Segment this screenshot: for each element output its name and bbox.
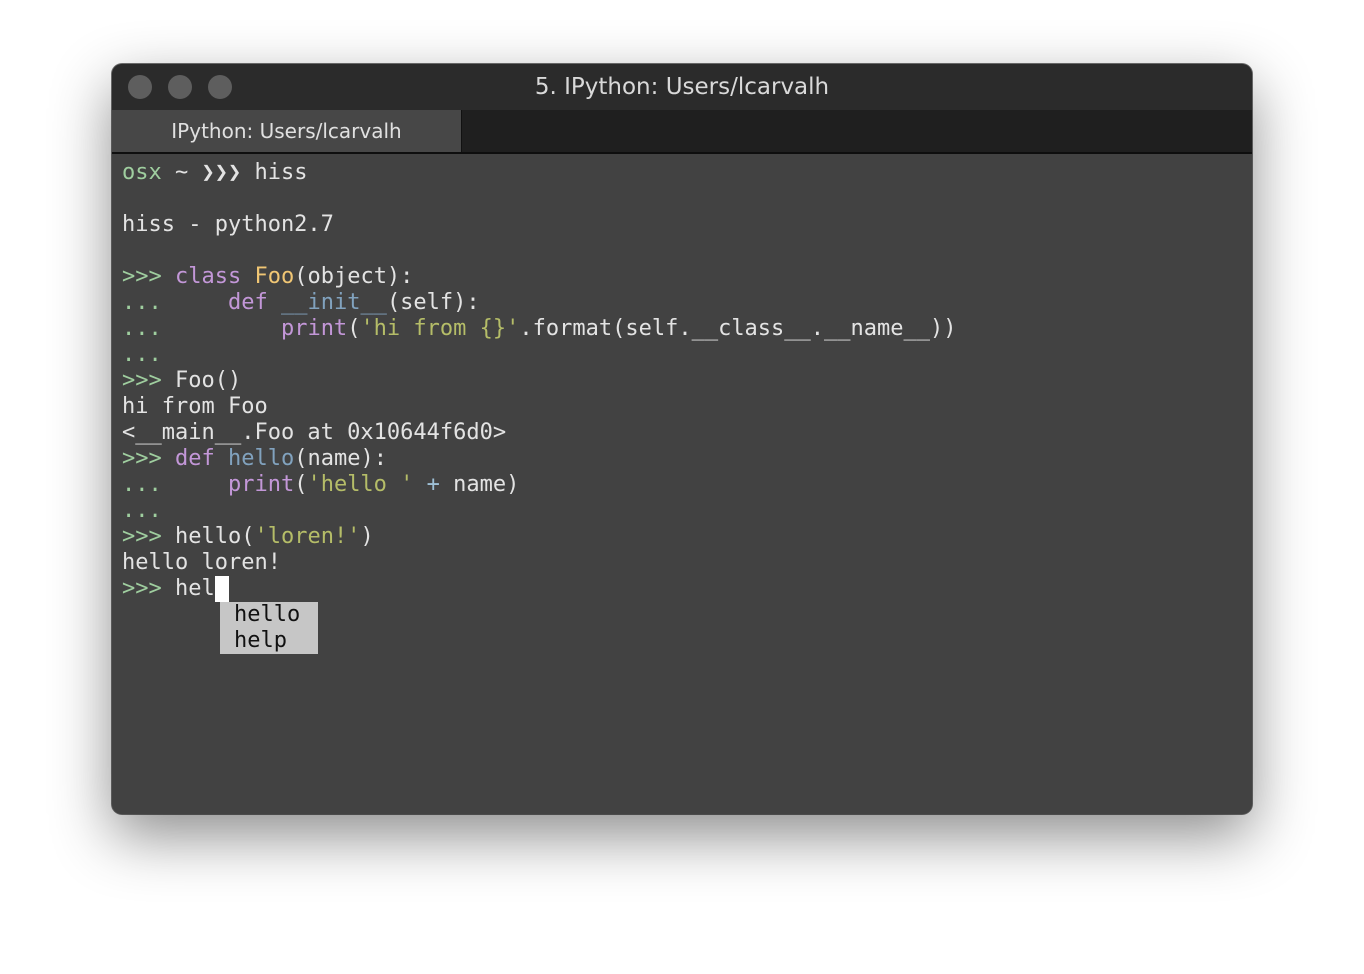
close-button[interactable]	[128, 75, 152, 99]
code-line: ... print('hello ' + name)	[122, 472, 519, 498]
completion-menu[interactable]: hello help	[220, 602, 318, 654]
function-name: __init__	[280, 290, 387, 315]
string-literal: 'loren!'	[254, 524, 361, 549]
repl-prompt: >>>	[122, 446, 175, 471]
code-line: >>> hello('loren!')	[122, 524, 374, 550]
class-name: Foo	[254, 264, 295, 289]
code-text: (	[294, 472, 308, 497]
code-text: .format(self.__class__.__name__))	[519, 316, 957, 341]
continuation-prompt: ...	[122, 342, 162, 367]
code-text: (name):	[294, 446, 387, 471]
continuation-prompt: ...	[122, 290, 228, 315]
title-bar[interactable]: 5. IPython: Users/lcarvalh	[112, 64, 1252, 110]
code-line: >>> def hello(name):	[122, 446, 387, 472]
output-line: hello loren!	[122, 550, 281, 575]
string-literal: 'hello '	[307, 472, 414, 497]
current-input[interactable]: hel	[175, 576, 215, 601]
code-line: ... print('hi from {}'.format(self.__cla…	[122, 316, 956, 342]
window-title: 5. IPython: Users/lcarvalh	[534, 74, 830, 100]
completion-item-help[interactable]: help	[234, 628, 287, 654]
repl-prompt: >>>	[122, 576, 175, 601]
code-line: >>> Foo()	[122, 368, 241, 394]
code-text: Foo()	[174, 368, 242, 393]
continuation-prompt: ...	[122, 472, 228, 497]
prompt-host: osx	[122, 160, 162, 185]
prompt-dir: ~	[175, 160, 189, 185]
builtin: print	[280, 316, 348, 341]
code-text: (self):	[386, 290, 480, 315]
repl-prompt: >>>	[122, 264, 175, 289]
code-text: name)	[439, 472, 520, 497]
builtin: print	[227, 472, 295, 497]
code-line: ...	[122, 498, 162, 524]
string-literal: 'hi from {}'	[360, 316, 520, 341]
zoom-button[interactable]	[208, 75, 232, 99]
continuation-prompt: ...	[122, 316, 281, 341]
code-text: )	[360, 524, 374, 549]
code-line: ...	[122, 342, 162, 368]
text-cursor	[214, 576, 229, 602]
tab-bar: IPython: Users/lcarvalh	[112, 110, 1252, 154]
keyword: class	[174, 264, 242, 289]
code-text: (	[347, 316, 361, 341]
tab-ipython[interactable]: IPython: Users/lcarvalh	[112, 110, 462, 152]
repl-prompt: >>>	[122, 368, 175, 393]
repl-prompt: >>>	[122, 524, 175, 549]
input-line[interactable]: >>> hel	[122, 576, 229, 602]
keyword: def	[227, 290, 268, 315]
code-text: hello(	[174, 524, 255, 549]
code-line: ... def __init__(self):	[122, 290, 480, 316]
shell-command: hiss	[254, 160, 308, 185]
shell-prompt-line: osx ~ ❯❯❯ hiss	[122, 160, 307, 186]
operator: +	[426, 472, 440, 497]
output-line: hi from Foo	[122, 394, 268, 419]
code-text: (object):	[294, 264, 414, 289]
continuation-prompt: ...	[122, 498, 162, 523]
banner-line: hiss - python2.7	[122, 212, 334, 237]
terminal-output[interactable]: osx ~ ❯❯❯ hiss hiss - python2.7 >>> clas…	[112, 156, 1252, 814]
completion-item-hello[interactable]: hello	[234, 602, 300, 628]
terminal-window: 5. IPython: Users/lcarvalh IPython: User…	[112, 64, 1252, 814]
minimize-button[interactable]	[168, 75, 192, 99]
code-line: >>> class Foo(object):	[122, 264, 413, 290]
function-name: hello	[227, 446, 295, 471]
prompt-arrows: ❯❯❯	[201, 160, 242, 185]
output-line: <__main__.Foo at 0x10644f6d0>	[122, 420, 507, 445]
keyword: def	[174, 446, 215, 471]
